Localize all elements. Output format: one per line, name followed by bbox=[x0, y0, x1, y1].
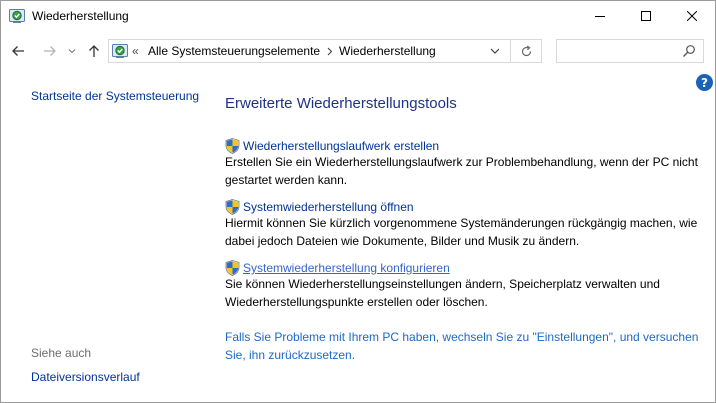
maximize-button[interactable] bbox=[623, 1, 669, 31]
up-button[interactable] bbox=[83, 40, 105, 62]
breadcrumb-separator[interactable] bbox=[325, 43, 335, 59]
configure-system-restore-description: Sie können Wiederherstellungseinstellung… bbox=[225, 277, 660, 309]
shield-icon bbox=[225, 138, 240, 154]
shield-icon bbox=[225, 199, 240, 215]
navigation-bar: « Alle Systemsteuerungselemente Wiederhe… bbox=[1, 32, 715, 70]
close-button[interactable] bbox=[669, 1, 715, 31]
breadcrumb-overflow-chevron[interactable]: « bbox=[132, 44, 139, 58]
control-panel-home-link[interactable]: Startseite der Systemsteuerung bbox=[31, 89, 199, 103]
see-also-label: Siehe auch bbox=[31, 346, 92, 360]
maximize-icon bbox=[641, 11, 651, 21]
search-input[interactable] bbox=[561, 42, 677, 60]
chevron-right-icon bbox=[327, 47, 333, 55]
address-history-dropdown[interactable] bbox=[487, 43, 503, 59]
open-system-restore-description: Hiermit können Sie kürzlich vorgenommene… bbox=[225, 216, 698, 248]
chevron-down-icon bbox=[490, 48, 500, 54]
arrow-up-icon bbox=[89, 45, 99, 57]
recovery-app-icon bbox=[9, 9, 25, 23]
control-panel-icon bbox=[112, 44, 128, 58]
chevron-down-icon bbox=[68, 49, 76, 54]
window-title: Wiederherstellung bbox=[32, 9, 129, 23]
create-recovery-drive-description: Erstellen Sie ein Wiederherstellungslauf… bbox=[225, 155, 698, 187]
arrow-left-icon bbox=[12, 46, 24, 56]
back-button[interactable] bbox=[7, 40, 29, 62]
create-recovery-drive-link[interactable]: Wiederherstellungslaufwerk erstellen bbox=[243, 139, 439, 153]
page-title: Erweiterte Wiederherstellungstools bbox=[225, 95, 457, 112]
close-icon bbox=[687, 11, 697, 21]
title-bar[interactable]: Wiederherstellung bbox=[1, 1, 715, 32]
minimize-icon bbox=[595, 16, 605, 17]
search-icon[interactable] bbox=[682, 44, 696, 58]
minimize-button[interactable] bbox=[577, 1, 623, 31]
forward-button[interactable] bbox=[39, 40, 61, 62]
open-system-restore-link[interactable]: Systemwiederherstellung öffnen bbox=[243, 200, 414, 214]
help-button[interactable]: ? bbox=[696, 74, 713, 91]
breadcrumb-recovery[interactable]: Wiederherstellung bbox=[339, 44, 436, 58]
breadcrumb-all-control-panel-items[interactable]: Alle Systemsteuerungselemente bbox=[148, 44, 320, 58]
refresh-icon bbox=[521, 45, 531, 56]
address-bar[interactable]: « Alle Systemsteuerungselemente Wiederhe… bbox=[108, 39, 511, 63]
search-box[interactable] bbox=[556, 39, 704, 63]
refresh-button[interactable] bbox=[511, 39, 542, 63]
reset-pc-settings-link[interactable]: Falls Sie Probleme mit Ihrem PC haben, w… bbox=[225, 328, 711, 364]
recovery-window: Wiederherstellung « Alle Systemsteuerung… bbox=[0, 0, 716, 403]
arrow-right-icon bbox=[44, 46, 56, 56]
recent-locations-button[interactable] bbox=[65, 40, 79, 62]
file-history-link[interactable]: Dateiversionsverlauf bbox=[31, 370, 140, 384]
shield-icon bbox=[225, 260, 240, 276]
configure-system-restore-link[interactable]: Systemwiederherstellung konfigurieren bbox=[243, 261, 450, 275]
